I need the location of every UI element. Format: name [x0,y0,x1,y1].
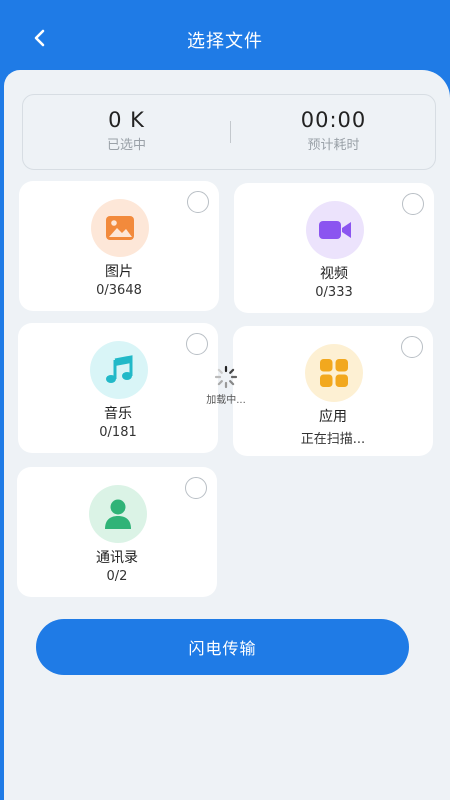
contact-icon-badge [89,485,147,543]
category-name: 通讯录 [96,550,138,566]
category-count: 0/3648 [96,283,142,298]
loading-label: 加载中... [206,395,246,406]
category-card-images[interactable]: 图片 0/3648 [19,181,219,311]
category-card-videos[interactable]: 视频 0/333 [234,183,434,313]
apps-icon [320,359,348,387]
music-icon [106,355,133,383]
selected-size: 0 K 已选中 [23,95,230,169]
selection-summary: 0 K 已选中 00:00 预计耗时 [22,94,436,170]
video-icon [319,221,351,239]
music-icon-badge [90,341,148,399]
apps-icon-badge [305,344,363,402]
loading-indicator: 加载中... [198,365,254,406]
category-card-music[interactable]: 音乐 0/181 [18,323,218,453]
contact-icon [105,499,131,529]
page-title: 选择文件 [187,31,263,52]
selected-size-value: 0 K [108,108,145,132]
estimated-time: 00:00 预计耗时 [230,95,437,169]
category-card-apps[interactable]: 应用 正在扫描... [233,326,433,456]
select-radio[interactable] [186,333,208,355]
category-card-contacts[interactable]: 通讯录 0/2 [17,467,217,597]
category-count: 正在扫描... [300,432,366,447]
select-radio[interactable] [402,193,424,215]
category-name: 音乐 [104,406,132,422]
category-name: 视频 [320,266,348,282]
selected-size-label: 已选中 [106,138,146,153]
category-count: 0/333 [315,285,353,300]
spinner-icon [214,365,238,389]
estimated-time-label: 预计耗时 [307,138,360,153]
select-radio[interactable] [187,191,209,213]
image-icon-badge [91,199,149,257]
category-count: 0/181 [99,425,137,440]
top-bar: 选择文件 [0,0,450,80]
flash-transfer-button[interactable]: 闪电传输 [36,619,409,675]
image-icon [106,216,134,240]
estimated-time-value: 00:00 [300,108,367,132]
select-radio[interactable] [185,477,207,499]
category-name: 应用 [319,409,347,425]
video-icon-badge [306,201,364,259]
select-radio[interactable] [401,336,423,358]
category-name: 图片 [105,264,133,280]
category-count: 0/2 [106,569,128,584]
